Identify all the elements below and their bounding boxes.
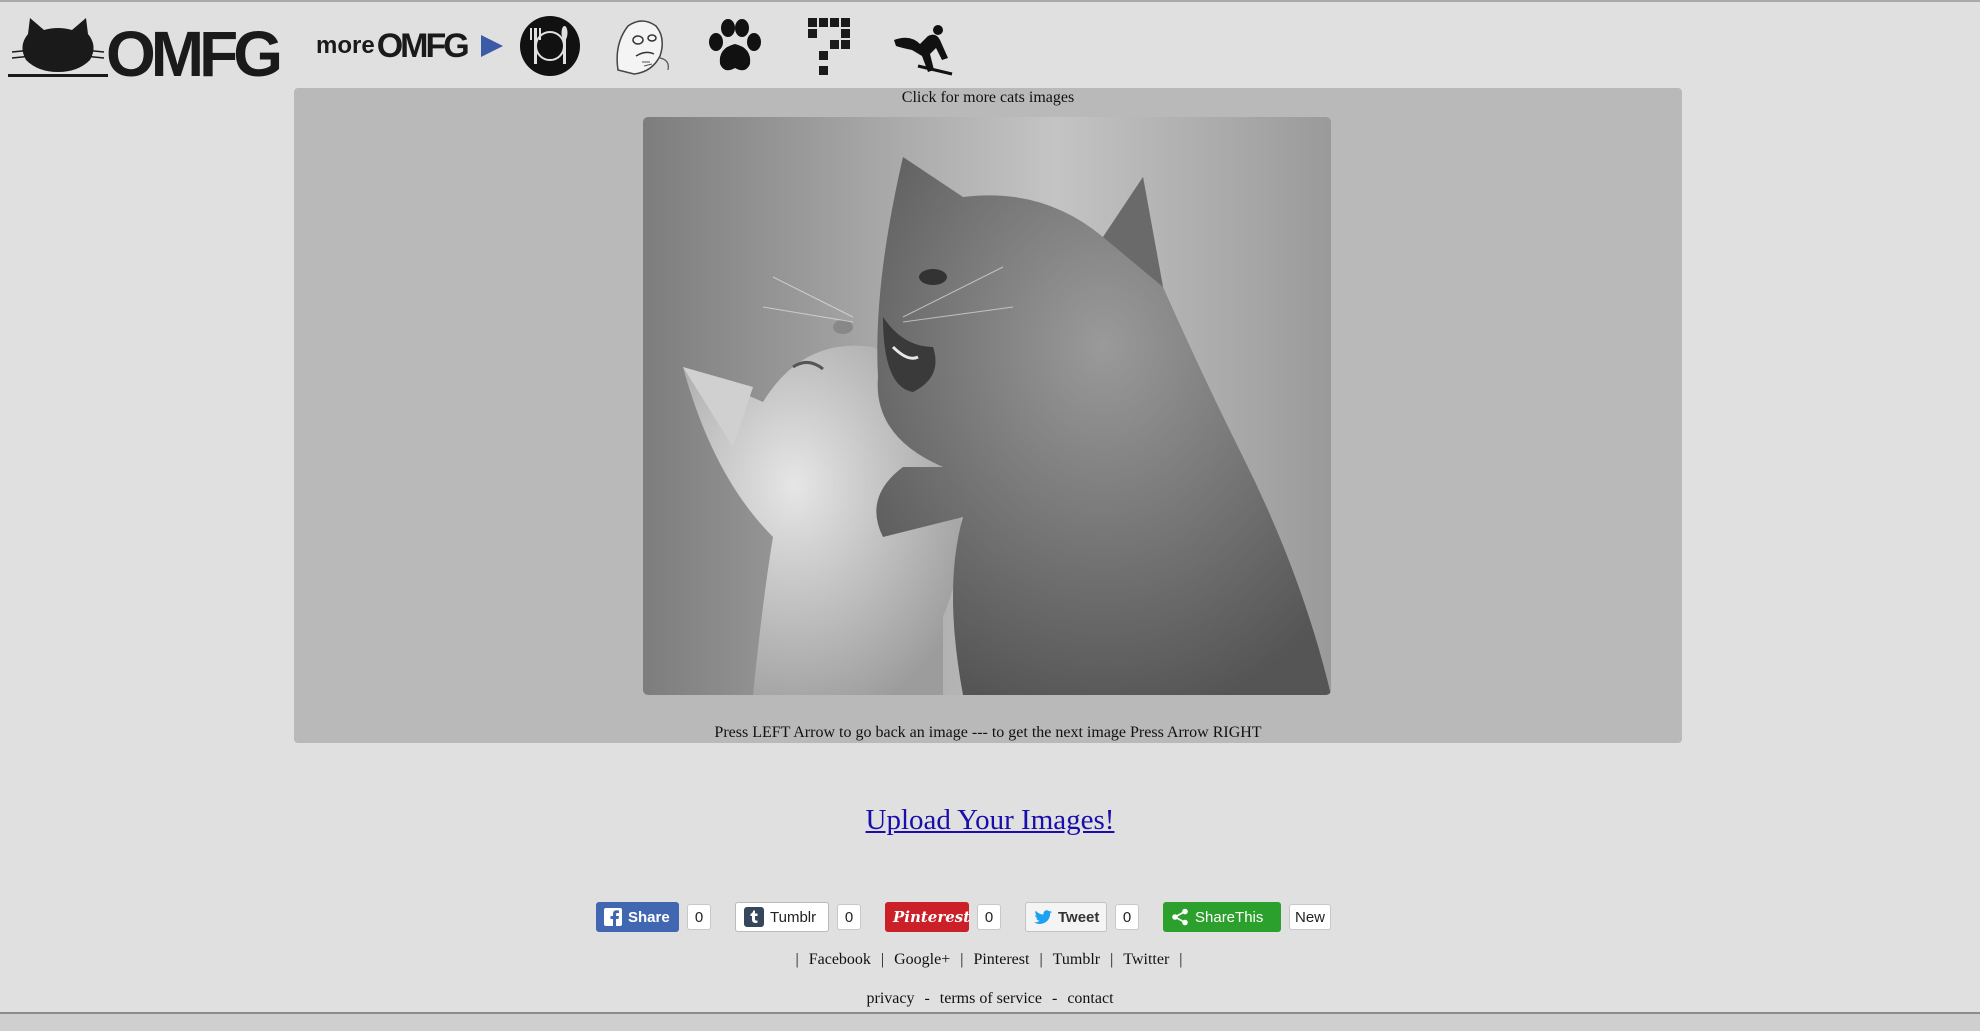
play-arrow-icon bbox=[480, 35, 503, 57]
meme-face-icon[interactable] bbox=[608, 14, 672, 78]
tumblr-share-button[interactable]: Tumblr bbox=[735, 902, 829, 932]
terms-of-service-link[interactable]: terms of service bbox=[940, 990, 1042, 1007]
extreme-sports-icon[interactable] bbox=[890, 14, 954, 78]
footer-social-links: | Facebook | Google+ | Pinterest | Tumblr | Twitt… bbox=[0, 950, 1979, 970]
cat-head-icon bbox=[8, 18, 108, 77]
footer-separator: | bbox=[795, 951, 799, 968]
footer-separator: | bbox=[880, 951, 885, 968]
footer-legal-links: privacy - terms of service - contact bbox=[0, 989, 1980, 1009]
kitten-photo[interactable] bbox=[643, 117, 1331, 695]
sharethis-new-badge: New bbox=[1289, 904, 1332, 930]
contact-link[interactable]: contact bbox=[1067, 990, 1113, 1007]
tweet-label: Tweet bbox=[1058, 908, 1100, 926]
legal-separator: - bbox=[924, 990, 930, 1007]
legal-separator: - bbox=[1051, 990, 1058, 1007]
footer-separator: | bbox=[1039, 951, 1043, 968]
footer-separator: | bbox=[1110, 951, 1114, 968]
top-rule bbox=[0, 0, 1980, 2]
footer-link-pinterest[interactable]: Pinterest bbox=[973, 951, 1029, 968]
pinterest-share-button[interactable]: Pinterest bbox=[885, 902, 971, 932]
logo-text: OMFG bbox=[106, 18, 283, 90]
share-bar: Share 0 Tumblr 0 Pinterest 0 Tweet 0 Sha… bbox=[596, 901, 1332, 933]
privacy-link[interactable]: privacy bbox=[866, 990, 914, 1007]
twitter-bird-icon bbox=[1034, 909, 1052, 925]
tweet-button[interactable]: Tweet bbox=[1025, 902, 1107, 932]
more-prefix: more bbox=[316, 32, 375, 59]
facebook-share-button[interactable]: Share bbox=[596, 902, 679, 932]
share-nodes-icon bbox=[1171, 908, 1189, 926]
facebook-icon bbox=[604, 908, 622, 926]
omfg-logo[interactable]: OMFG bbox=[8, 14, 283, 86]
gallery-panel: Click for more cats images Press LEFT Ar… bbox=[294, 88, 1682, 743]
food-icon[interactable] bbox=[518, 14, 582, 78]
paw-icon[interactable] bbox=[702, 14, 766, 78]
facebook-share-label: Share bbox=[628, 908, 670, 926]
footer-link-twitter[interactable]: Twitter bbox=[1123, 951, 1169, 968]
upload-images-link[interactable]: Upload Your Images! bbox=[866, 804, 1115, 836]
footer-separator: | bbox=[1179, 951, 1183, 968]
pinterest-share-count: 0 bbox=[977, 904, 1001, 930]
facebook-share-count: 0 bbox=[687, 904, 711, 930]
gallery-caption: Click for more cats images bbox=[901, 89, 1075, 106]
tumblr-share-count: 0 bbox=[837, 904, 861, 930]
tumblr-icon bbox=[744, 907, 764, 927]
footer-separator: | bbox=[960, 951, 964, 968]
footer-link-tumblr[interactable]: Tumblr bbox=[1053, 951, 1100, 968]
more-omfg-link[interactable]: more OMFG bbox=[316, 26, 505, 66]
sharethis-button[interactable]: ShareThis bbox=[1163, 902, 1281, 932]
sharethis-label: ShareThis bbox=[1195, 908, 1264, 926]
footer-link-facebook[interactable]: Facebook bbox=[809, 951, 871, 968]
upload-section: Upload Your Images! bbox=[0, 800, 1980, 840]
keyboard-hint: Press LEFT Arrow to go back an image ---… bbox=[714, 724, 1262, 741]
pinterest-share-label: Pinterest bbox=[893, 908, 971, 926]
tumblr-share-label: Tumblr bbox=[770, 908, 817, 926]
more-brand: OMFG bbox=[376, 26, 470, 65]
bottom-strip bbox=[0, 1014, 1980, 1031]
tweet-count: 0 bbox=[1115, 904, 1139, 930]
footer-link-google-plus[interactable]: Google+ bbox=[894, 951, 950, 968]
pixel-question-icon[interactable] bbox=[798, 14, 862, 78]
